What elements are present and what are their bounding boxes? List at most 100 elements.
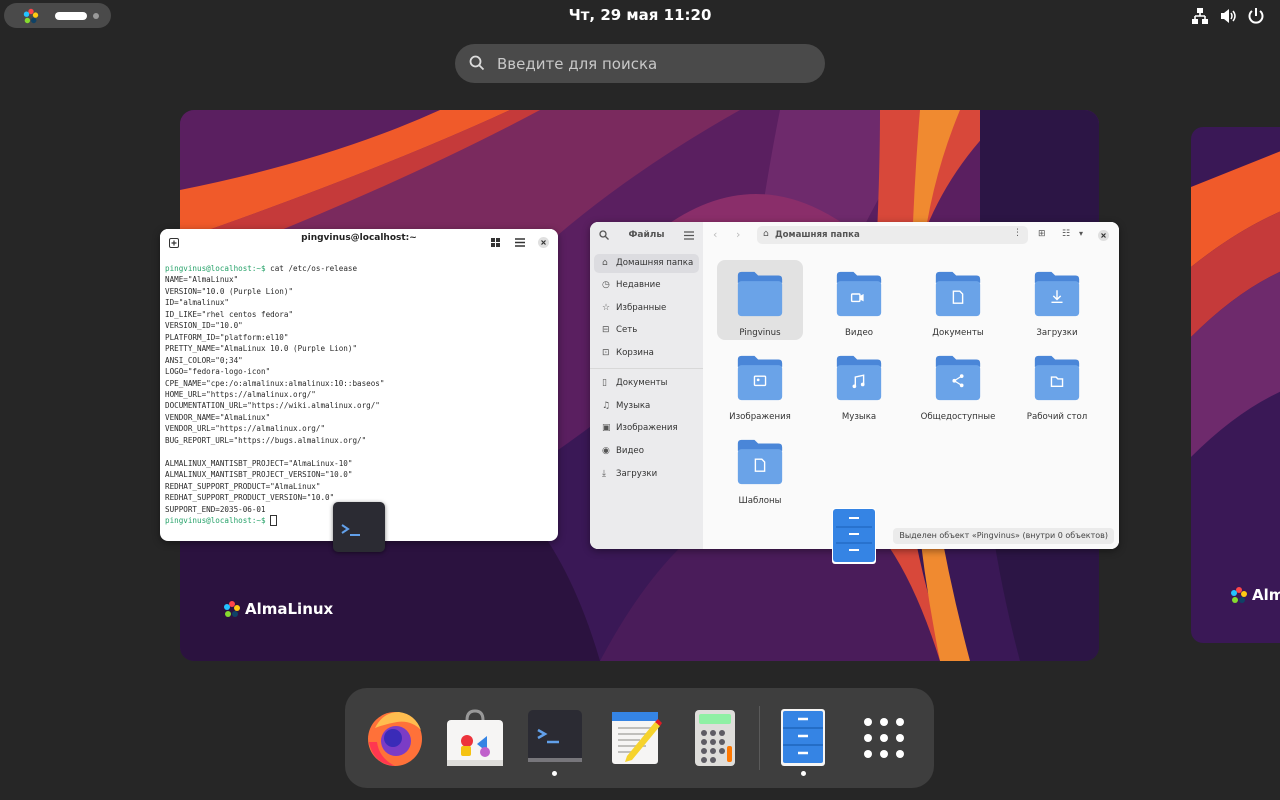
path-label: Домашняя папка — [775, 230, 860, 240]
path-menu-icon[interactable]: ⋮ — [1013, 228, 1022, 238]
files-icon[interactable] — [773, 708, 833, 768]
star-icon: ☆ — [602, 303, 611, 313]
terminal-output-line: ALMALINUX_MANTISBT_PROJECT_VERSION="10.0… — [165, 470, 353, 480]
terminal-output-line: REDHAT_SUPPORT_PRODUCT="AlmaLinux" — [165, 481, 321, 491]
video-icon: ◉ — [602, 446, 610, 456]
terminal-output-line: NAME="AlmaLinux" — [165, 275, 239, 285]
sidebar-item-recent[interactable]: ◷ Недавние — [594, 276, 699, 295]
folder-icon — [1034, 355, 1080, 401]
image-icon: ▣ — [602, 423, 611, 433]
sidebar-item-pictures[interactable]: ▣ Изображения — [594, 419, 699, 438]
close-icon[interactable] — [538, 237, 549, 248]
brand-text: AlmaLinux — [245, 600, 334, 618]
running-indicator — [552, 771, 557, 776]
sidebar-item-documents[interactable]: ▯ Документы — [594, 374, 699, 393]
text-editor-icon[interactable] — [605, 708, 665, 768]
view-list-icon[interactable]: ☷ — [1062, 229, 1070, 239]
running-indicator — [801, 771, 806, 776]
terminal-output[interactable]: pingvinus@localhost:~$ cat /etc/os-relea… — [165, 263, 384, 527]
terminal-output-line: PRETTY_NAME="AlmaLinux 10.0 (Purple Lion… — [165, 344, 358, 354]
terminal-window-app-icon[interactable] — [333, 502, 385, 552]
terminal-output-line: ANSI_COLOR="0;34" — [165, 355, 243, 365]
search-bar[interactable] — [455, 44, 825, 83]
almalinux-logo-icon — [224, 601, 240, 617]
network-icon[interactable] — [1191, 7, 1209, 25]
status-bar: Выделен объект «Pingvinus» (внутри 0 объ… — [893, 528, 1114, 544]
sidebar-item-music[interactable]: ♫ Музыка — [594, 397, 699, 416]
terminal-window[interactable]: pingvinus@localhost:~ pingvinus@localhos… — [160, 229, 558, 541]
folder-item[interactable]: Общедоступные — [915, 344, 1001, 424]
folder-item[interactable]: Pingvinus — [717, 260, 803, 340]
top-bar: Чт, 29 мая 11:20 — [0, 0, 1280, 32]
folder-item[interactable]: Видео — [816, 260, 902, 340]
folder-label: Документы — [932, 328, 984, 338]
power-icon[interactable] — [1247, 7, 1265, 25]
volume-icon[interactable] — [1219, 7, 1237, 25]
forward-icon[interactable]: › — [736, 228, 740, 241]
terminal-output-line: HOME_URL="https://almalinux.org/" — [165, 389, 316, 399]
sidebar-divider — [590, 368, 703, 369]
dash-separator — [759, 706, 760, 770]
workspace-indicator-active — [55, 12, 87, 20]
close-icon[interactable] — [1098, 230, 1109, 241]
terminal-icon — [341, 524, 360, 536]
almalinux-logo-icon — [1231, 587, 1247, 603]
folder-icon — [836, 355, 882, 401]
terminal-cursor — [270, 515, 278, 527]
folder-icon — [737, 439, 783, 485]
folder-item[interactable]: Шаблоны — [717, 428, 803, 508]
search-input[interactable] — [495, 53, 809, 75]
files-main: ‹ › ⌂ Домашняя папка ⋮ ⊞ ☷ ▾ Pingvinus Ви… — [703, 222, 1119, 549]
files-sidebar: Файлы ⌂ Домашняя папка ◷ Недавние ☆ Избранн… — [590, 222, 703, 549]
clock-icon: ◷ — [602, 280, 610, 290]
folder-item[interactable]: Изображения — [717, 344, 803, 424]
folder-item[interactable]: Загрузки — [1014, 260, 1100, 340]
trash-icon: ⊡ — [602, 348, 610, 358]
back-icon[interactable]: ‹ — [713, 228, 717, 241]
home-icon: ⌂ — [763, 229, 769, 239]
files-icon — [832, 508, 876, 564]
sidebar-item-home[interactable]: ⌂ Домашняя папка — [594, 254, 699, 273]
date-time[interactable]: Чт, 29 мая 11:20 — [540, 6, 740, 24]
terminal-output-line: BUG_REPORT_URL="https://bugs.almalinux.o… — [165, 435, 367, 445]
sidebar-item-videos[interactable]: ◉ Видео — [594, 442, 699, 461]
workspace-indicator — [93, 13, 99, 19]
sidebar-item-network[interactable]: ⊟ Сеть — [594, 321, 699, 340]
terminal-prompt: pingvinus@localhost:~$ — [165, 264, 266, 273]
folder-icon — [737, 271, 783, 317]
terminal-icon[interactable] — [525, 708, 585, 768]
software-center-icon[interactable] — [445, 708, 505, 768]
search-icon — [469, 55, 485, 71]
download-icon: ⤓ — [602, 469, 606, 479]
calculator-icon[interactable] — [685, 708, 745, 768]
files-window-app-icon[interactable] — [832, 508, 876, 564]
music-icon: ♫ — [602, 401, 611, 411]
app-grid-icon[interactable] — [854, 708, 914, 768]
folder-item[interactable]: Рабочий стол — [1014, 344, 1100, 424]
terminal-output-line: PLATFORM_ID="platform:el10" — [165, 332, 289, 342]
folder-item[interactable]: Музыка — [816, 344, 902, 424]
chevron-down-icon[interactable]: ▾ — [1079, 229, 1083, 238]
folder-label: Общедоступные — [920, 412, 996, 422]
folder-label: Видео — [845, 328, 873, 338]
wallpaper — [1191, 127, 1280, 643]
new-folder-icon[interactable]: ⊞ — [1038, 229, 1046, 239]
folder-item[interactable]: Документы — [915, 260, 1001, 340]
firefox-icon[interactable] — [365, 708, 425, 768]
menu-icon[interactable] — [684, 231, 694, 240]
sidebar-item-downloads[interactable]: ⤓ Загрузки — [594, 465, 699, 484]
terminal-output-line: SUPPORT_END=2035-06-01 — [165, 504, 266, 514]
sidebar-item-trash[interactable]: ⊡ Корзина — [594, 344, 699, 363]
sidebar-header: Файлы — [590, 222, 703, 248]
menu-icon[interactable] — [515, 238, 525, 247]
sidebar-item-starred[interactable]: ☆ Избранные — [594, 299, 699, 318]
terminal-output-line: ID="almalinux" — [165, 298, 230, 308]
activities-button[interactable] — [4, 3, 111, 28]
path-bar[interactable]: ⌂ Домашняя папка ⋮ — [757, 226, 1028, 244]
terminal-output-line: VERSION="10.0 (Purple Lion)" — [165, 286, 294, 296]
files-window[interactable]: Файлы ⌂ Домашняя папка ◷ Недавние ☆ Избранн… — [590, 222, 1119, 549]
next-workspace-preview[interactable]: Alm — [1191, 127, 1280, 643]
tab-overview-icon[interactable] — [491, 238, 500, 247]
terminal-output-line: DOCUMENTATION_URL="https://wiki.almalinu… — [165, 401, 380, 411]
terminal-prompt: pingvinus@localhost:~$ — [165, 515, 266, 525]
